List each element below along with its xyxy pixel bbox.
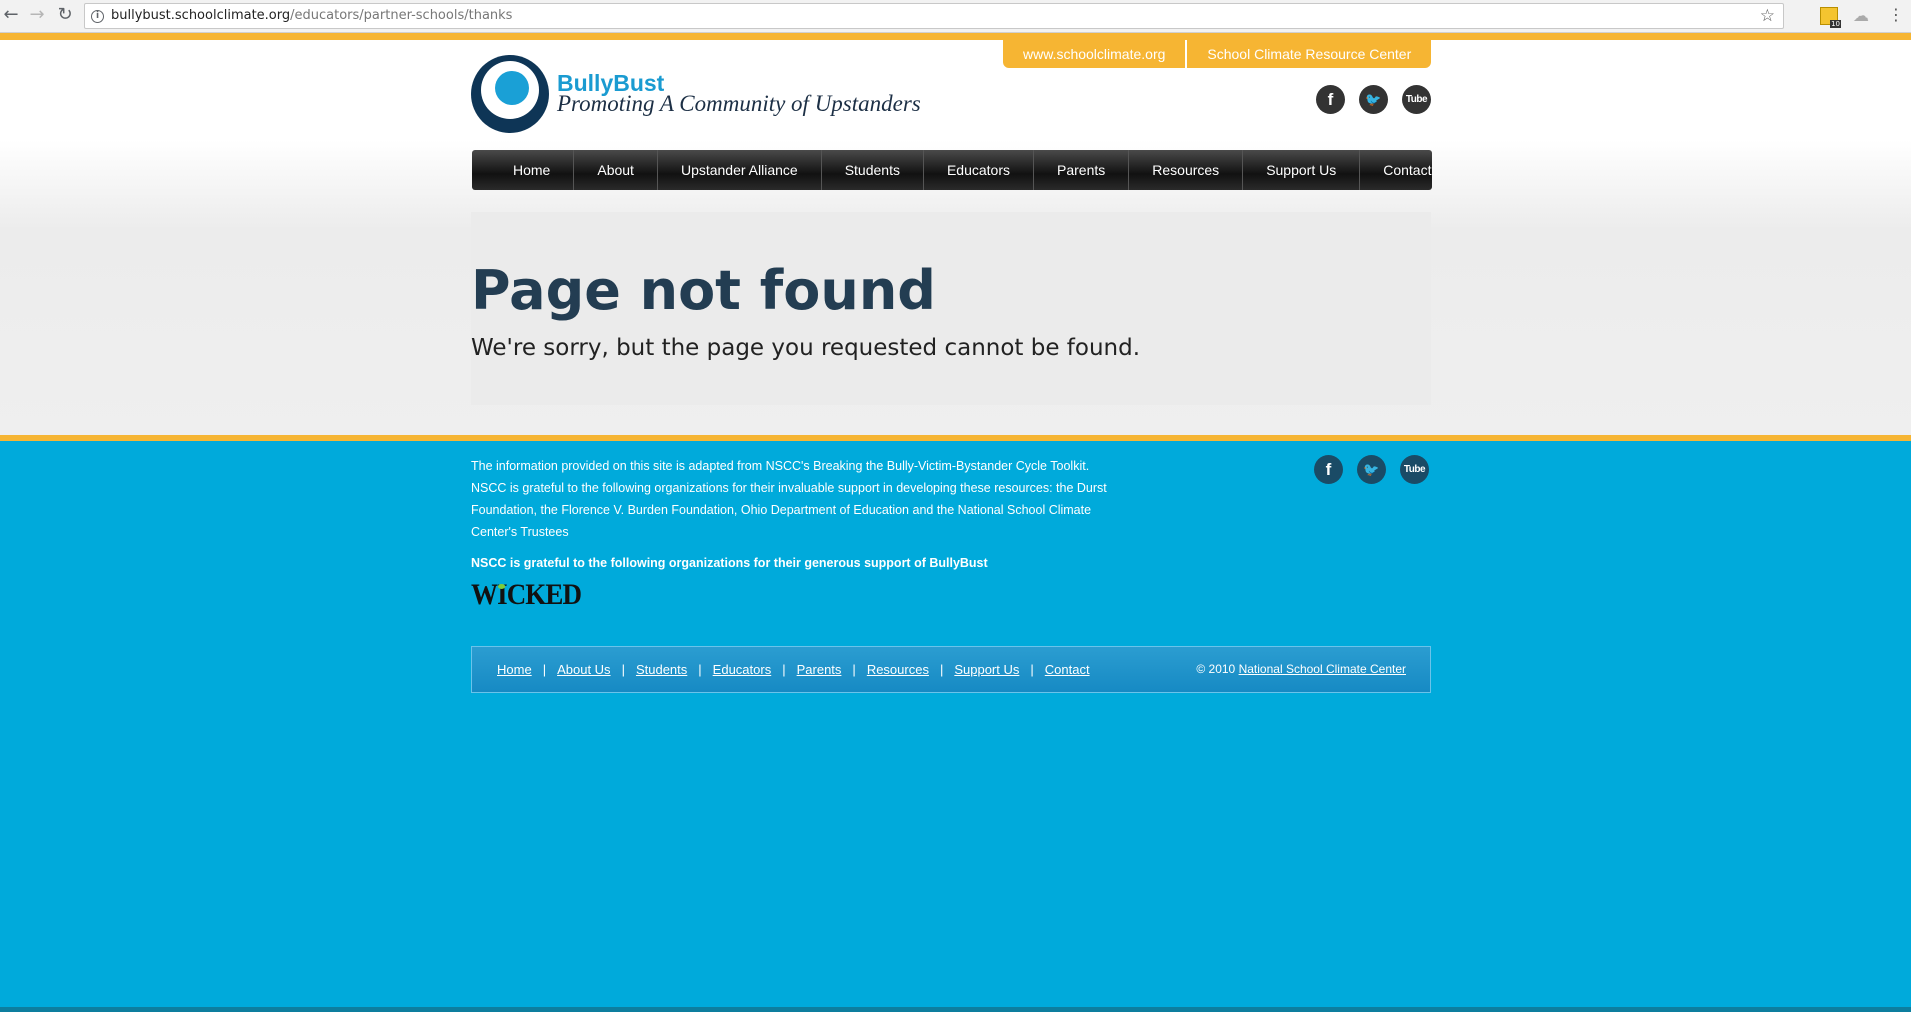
top-links: www.schoolclimate.org School Climate Res… [1003, 40, 1432, 68]
wicked-sponsor-logo[interactable]: WICKED [471, 578, 582, 612]
footer-link-home[interactable]: Home [497, 662, 532, 677]
nscc-link[interactable]: National School Climate Center [1239, 662, 1406, 676]
schoolclimate-link[interactable]: www.schoolclimate.org [1003, 40, 1188, 68]
facebook-icon[interactable]: f [1316, 85, 1345, 114]
footer-link-separator: | [939, 662, 944, 677]
footer-link-separator: | [1030, 662, 1034, 677]
nav-home[interactable]: Home [490, 150, 575, 190]
youtube-icon[interactable]: Tube [1402, 85, 1431, 114]
page-title: Page not found [471, 259, 936, 322]
twitter-icon[interactable]: 🐦 [1359, 85, 1388, 114]
footer-link-separator: | [782, 662, 786, 677]
footer-nav-bar: Home | About Us | Students | Educators | Par… [471, 646, 1431, 693]
footer-link-about-us[interactable]: About Us [557, 662, 610, 677]
nav-upstander-alliance[interactable]: Upstander Alliance [658, 150, 822, 190]
nav-educators[interactable]: Educators [924, 150, 1035, 190]
nav-students[interactable]: Students [822, 150, 924, 190]
page-bottom-line [0, 1007, 1911, 1012]
footer-link-parents[interactable]: Parents [797, 662, 842, 677]
extension-icon[interactable]: 10 [1820, 7, 1841, 28]
top-accent-stripe [0, 33, 1911, 40]
browser-toolbar: ← → ↻ i bullybust.schoolclimate.org/educ… [0, 0, 1911, 33]
url-path: /educators/partner-schools/thanks [290, 8, 513, 23]
footer-link-students[interactable]: Students [636, 662, 687, 677]
footer-link-resources[interactable]: Resources [867, 662, 929, 677]
resource-center-link[interactable]: School Climate Resource Center [1187, 40, 1432, 68]
footer-link-separator: | [698, 662, 702, 677]
footer-link-contact[interactable]: Contact [1045, 662, 1090, 677]
footer-social-links: f 🐦 Tube [1314, 455, 1429, 484]
footer-link-support-us[interactable]: Support Us [954, 662, 1019, 677]
nav-support-us[interactable]: Support Us [1243, 150, 1361, 190]
nav-contact[interactable]: Contact [1360, 150, 1454, 190]
twitter-icon[interactable]: 🐦 [1357, 455, 1386, 484]
back-arrow-icon[interactable]: ← [0, 4, 22, 26]
extension-badge: 10 [1830, 20, 1841, 28]
error-message: We're sorry, but the page you requested … [471, 335, 1141, 361]
nav-resources[interactable]: Resources [1129, 150, 1244, 190]
address-bar[interactable]: i bullybust.schoolclimate.org/educators/… [84, 3, 1784, 29]
footer-link-separator: | [852, 662, 856, 677]
nav-parents[interactable]: Parents [1034, 150, 1130, 190]
footer-thanks-text: NSCC is grateful to the following organi… [471, 556, 988, 570]
nav-about[interactable]: About [574, 150, 658, 190]
youtube-icon[interactable]: Tube [1400, 455, 1429, 484]
cloud-extension-icon[interactable]: ☁ [1852, 7, 1870, 25]
url-text[interactable]: bullybust.schoolclimate.org/educators/pa… [111, 8, 512, 23]
main-navigation: Home About Upstander Alliance Students E… [472, 150, 1432, 190]
reload-icon[interactable]: ↻ [54, 4, 76, 26]
logo-dot [495, 71, 529, 105]
bookmark-star-icon[interactable]: ☆ [1760, 6, 1775, 26]
browser-menu-icon[interactable]: ⋮ [1888, 5, 1904, 24]
logo-tagline: Promoting A Community of Upstanders [557, 91, 921, 116]
copyright: © 2010 National School Climate Center [1196, 662, 1406, 676]
bullybust-logo-icon[interactable] [471, 55, 549, 133]
forward-arrow-icon[interactable]: → [26, 4, 48, 26]
footer-link-separator: | [621, 662, 625, 677]
wicked-logo-dot [498, 584, 506, 589]
facebook-icon[interactable]: f [1314, 455, 1343, 484]
url-host: bullybust.schoolclimate.org [111, 8, 291, 23]
footer-accent-stripe [0, 435, 1911, 441]
header-social-links: f 🐦 Tube [1316, 85, 1431, 114]
footer-link-educators[interactable]: Educators [713, 662, 772, 677]
copyright-prefix: © 2010 [1196, 662, 1236, 676]
footer-link-separator: | [542, 662, 547, 677]
footer-info-text: The information provided on this site is… [471, 459, 1107, 539]
wicked-logo-text: WICKED [471, 578, 582, 611]
info-icon[interactable]: i [91, 10, 104, 23]
